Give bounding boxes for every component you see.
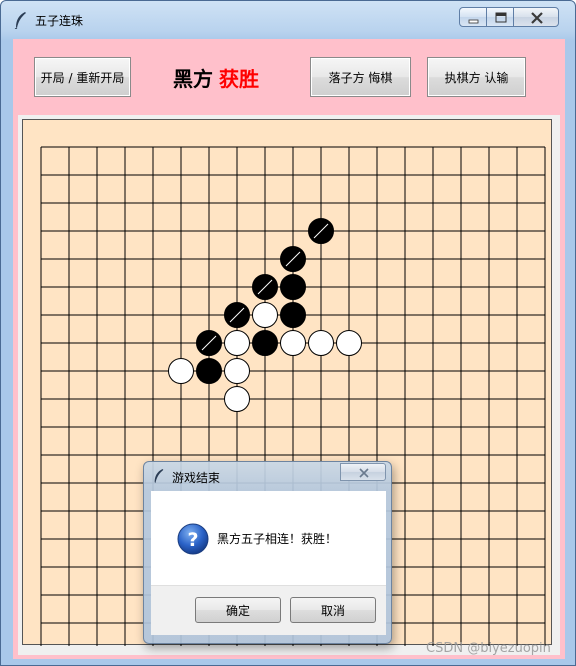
white-stone: [168, 358, 194, 384]
maximize-icon: [495, 12, 507, 23]
feather-icon: [14, 12, 26, 29]
status-player: 黑方: [173, 67, 213, 91]
question-icon: ?: [177, 523, 209, 555]
cancel-button[interactable]: 取消: [290, 597, 376, 623]
close-icon: [359, 468, 369, 478]
game-status: 黑方 获胜: [173, 63, 259, 92]
maximize-button[interactable]: [486, 7, 514, 27]
white-stone: [308, 330, 334, 356]
watermark: CSDN @biyezuopin: [426, 641, 551, 656]
white-stone: [224, 358, 250, 384]
black-stone: [280, 274, 306, 300]
dialog-close-button[interactable]: [340, 463, 386, 481]
black-stone: [280, 302, 306, 328]
white-stone: [252, 302, 278, 328]
window-title: 五子连珠: [35, 14, 84, 28]
ok-button[interactable]: 确定: [195, 597, 281, 623]
dialog-body: ? 黑方五子相连！获胜！: [151, 491, 386, 585]
dialog-footer: 确定 取消: [151, 585, 386, 635]
status-result: 获胜: [219, 67, 259, 91]
start-game-button[interactable]: 开局 / 重新开局: [34, 57, 131, 97]
title-bar[interactable]: 五子连珠: [1, 1, 575, 39]
minimize-icon: [468, 19, 479, 24]
undo-button[interactable]: 落子方 悔棋: [310, 57, 411, 97]
close-icon: [531, 12, 543, 24]
white-stone: [280, 330, 306, 356]
close-button[interactable]: [513, 7, 559, 27]
white-stone: [224, 330, 250, 356]
app-window: 五子连珠 开局 / 重新开局 黑方获胜 落子方 悔棋 执棋方 认输 游戏结束: [0, 0, 576, 666]
resign-button[interactable]: 执棋方 认输: [427, 57, 526, 97]
black-stone: [252, 330, 278, 356]
dialog-title: 游戏结束: [172, 471, 221, 485]
white-stone: [224, 386, 250, 412]
minimize-button[interactable]: [459, 7, 487, 27]
feather-icon: [154, 469, 164, 483]
black-stone: [196, 358, 222, 384]
svg-text:?: ?: [187, 529, 198, 551]
dialog-message: 黑方五子相连！获胜！: [217, 532, 338, 546]
white-stone: [336, 330, 362, 356]
game-over-dialog: 游戏结束 ? 黑方五子相连！获胜！ 确定 取消: [143, 461, 392, 644]
